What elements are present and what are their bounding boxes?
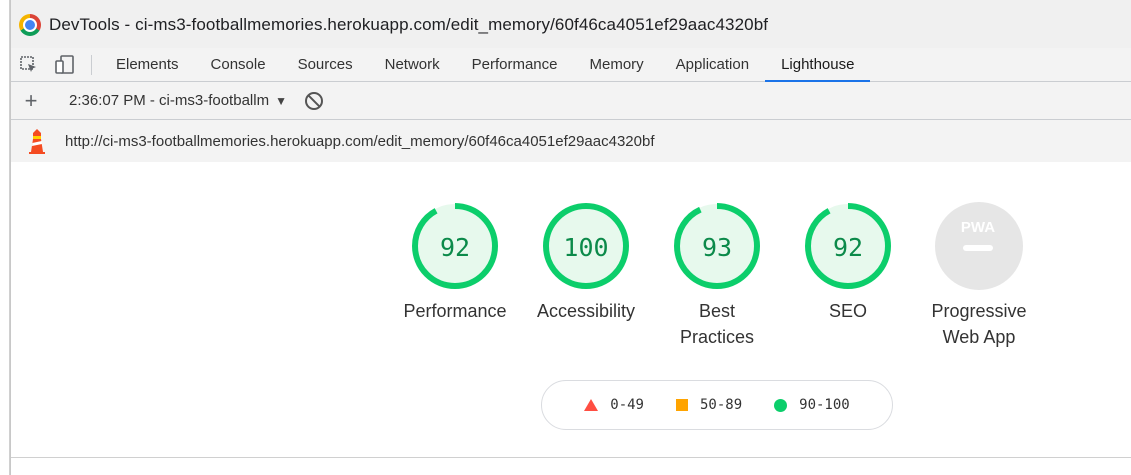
lighthouse-report: 92 Performance 100 Accessibility 93 Best… (11, 162, 1131, 457)
tab-network[interactable]: Network (369, 48, 456, 82)
report-selector-value: 2:36:07 PM - ci-ms3-footballm (69, 92, 270, 109)
circle-icon (774, 398, 788, 412)
gauge-label: SEO (828, 301, 867, 321)
score-gauge: 92 (805, 203, 891, 289)
gauge-label-text: Best Practices (679, 301, 755, 347)
lighthouse-icon (27, 128, 47, 154)
gauge-label: Accessibility (536, 301, 636, 321)
report-url-bar: http://ci-ms3-footballmemories.herokuapp… (11, 120, 1131, 162)
report-selector[interactable]: 2:36:07 PM - ci-ms3-footballm ▼ (69, 92, 287, 109)
tab-memory[interactable]: Memory (574, 48, 660, 82)
chrome-icon (19, 13, 41, 36)
device-toolbar-icon[interactable] (47, 48, 83, 82)
gauge-best-practices[interactable]: 93 Best Practices (651, 200, 783, 350)
title-bar: DevTools - ci-ms3-footballmemories.herok… (11, 0, 1131, 50)
gauge-pwa[interactable]: PWA Progressive Web App (913, 200, 1045, 350)
devtools-tab-bar: Elements Console Sources Network Perform… (11, 48, 1131, 82)
gauge-performance[interactable]: 92 Performance (389, 200, 521, 324)
legend-average: 50-89 (675, 397, 743, 413)
square-icon (675, 399, 688, 411)
legend-fail-range: 0-49 (610, 397, 644, 413)
clear-reports-icon[interactable] (304, 91, 323, 110)
score-value: 92 (440, 233, 470, 262)
report-toolbar: + 2:36:07 PM - ci-ms3-footballm ▼ (11, 82, 1131, 120)
legend-pass-range: 90-100 (799, 397, 850, 413)
legend-fail: 0-49 (584, 397, 644, 413)
caret-down-icon: ▼ (275, 93, 287, 108)
score-gauge: 100 (543, 203, 629, 289)
score-value: 100 (563, 233, 608, 262)
tab-sources[interactable]: Sources (282, 48, 369, 82)
window-title: DevTools - ci-ms3-footballmemories.herok… (49, 14, 769, 34)
toolbar-divider (91, 54, 92, 75)
score-gauge: 93 (674, 203, 760, 289)
pwa-badge-icon: PWA (935, 202, 1023, 290)
gauge-label: Performance (403, 301, 507, 321)
triangle-icon (584, 399, 599, 411)
gauge-seo[interactable]: 92 SEO (782, 200, 914, 324)
new-report-button[interactable]: + (11, 82, 51, 120)
score-value: 92 (833, 233, 863, 262)
tab-elements[interactable]: Elements (100, 48, 195, 82)
gauge-accessibility[interactable]: 100 Accessibility (520, 200, 652, 324)
gauge-label: Progressive Web App (924, 298, 1034, 350)
legend-pass: 90-100 (774, 397, 850, 413)
inspect-element-icon[interactable] (11, 48, 47, 82)
score-value: 93 (702, 233, 732, 262)
tab-application[interactable]: Application (660, 48, 765, 82)
gauge-label-text: Progressive Web App (931, 301, 1027, 347)
pwa-badge-text: PWA (961, 219, 995, 236)
legend-average-range: 50-89 (699, 397, 743, 413)
report-url[interactable]: http://ci-ms3-footballmemories.herokuapp… (65, 133, 655, 150)
score-legend: 0-49 50-89 90-100 (541, 380, 893, 430)
devtools-window: DevTools - ci-ms3-footballmemories.herok… (10, 0, 1131, 475)
tab-console[interactable]: Console (195, 48, 282, 82)
divider (11, 457, 1131, 458)
score-gauge: 92 (412, 203, 498, 289)
tab-lighthouse[interactable]: Lighthouse (765, 48, 871, 82)
background-page-strip (0, 0, 10, 475)
tab-performance[interactable]: Performance (456, 48, 574, 82)
gauge-label: Best Practices (662, 298, 772, 350)
